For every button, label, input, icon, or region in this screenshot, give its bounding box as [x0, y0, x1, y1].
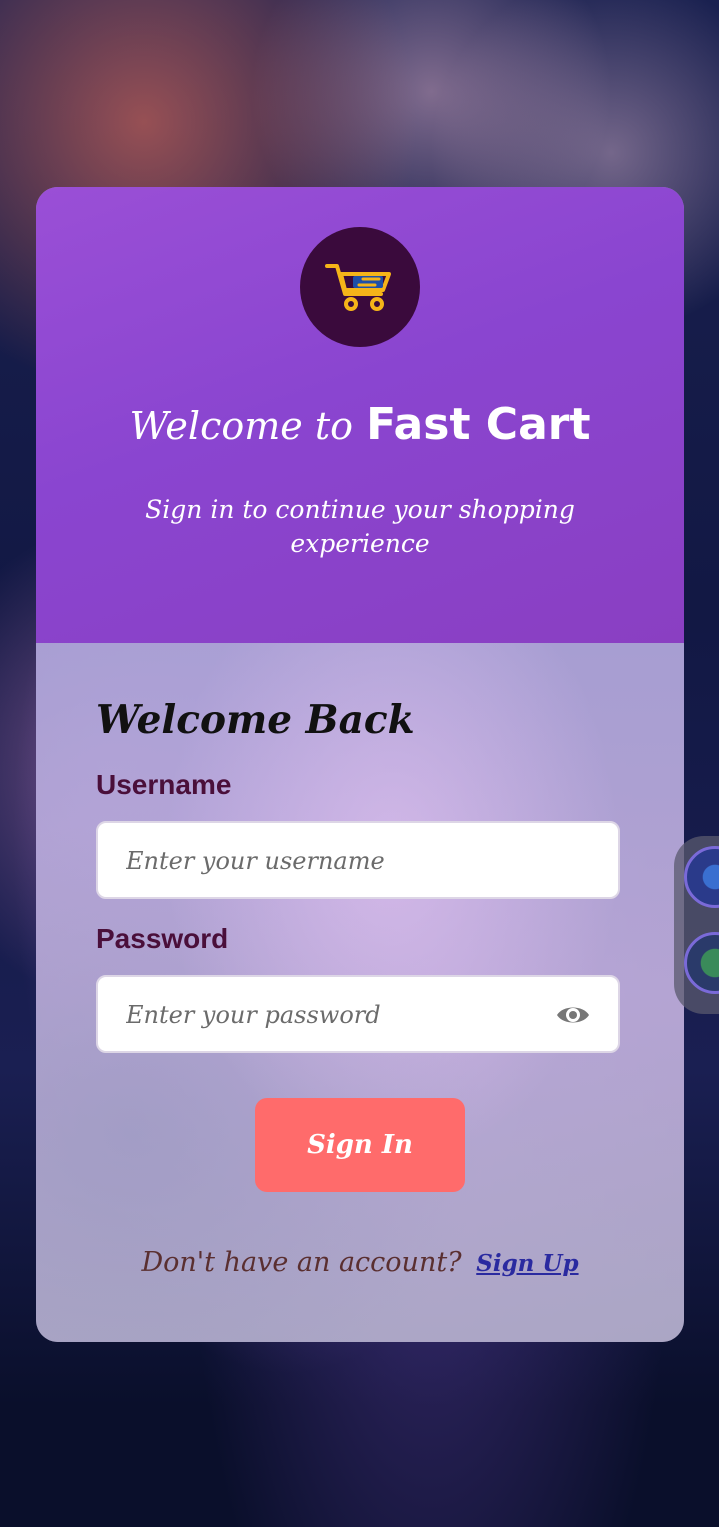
eye-icon[interactable]: [556, 1001, 590, 1029]
username-label: Username: [96, 769, 232, 800]
signup-prompt: Don't have an account? Sign Up: [36, 1247, 684, 1278]
logo: [300, 227, 420, 347]
header-subtitle: Sign in to continue your shopping experi…: [145, 495, 575, 558]
password-label: Password: [96, 923, 229, 954]
password-field-wrapper: [96, 975, 620, 1053]
screen-capture-button[interactable]: [684, 846, 719, 908]
welcome-prefix: Welcome to: [129, 404, 353, 448]
password-input[interactable]: [124, 977, 548, 1053]
sign-in-button[interactable]: Sign In: [255, 1098, 465, 1192]
shopping-cart-icon: [325, 264, 391, 311]
username-input[interactable]: [124, 823, 548, 899]
login-card: Welcome to Fast Cart Sign in to continue…: [36, 187, 684, 1342]
welcome-heading: Welcome to Fast Cart: [36, 399, 684, 450]
username-field-wrapper: [96, 821, 620, 899]
sign-up-link[interactable]: Sign Up: [476, 1250, 578, 1277]
more-options-button[interactable]: [684, 932, 719, 994]
floating-side-dock: [674, 836, 719, 1014]
card-header: Welcome to Fast Cart Sign in to continue…: [36, 187, 684, 643]
signup-prompt-text: Don't have an account?: [141, 1247, 462, 1278]
brand-name: Fast Cart: [366, 399, 591, 450]
form-title: Welcome Back: [96, 697, 415, 743]
